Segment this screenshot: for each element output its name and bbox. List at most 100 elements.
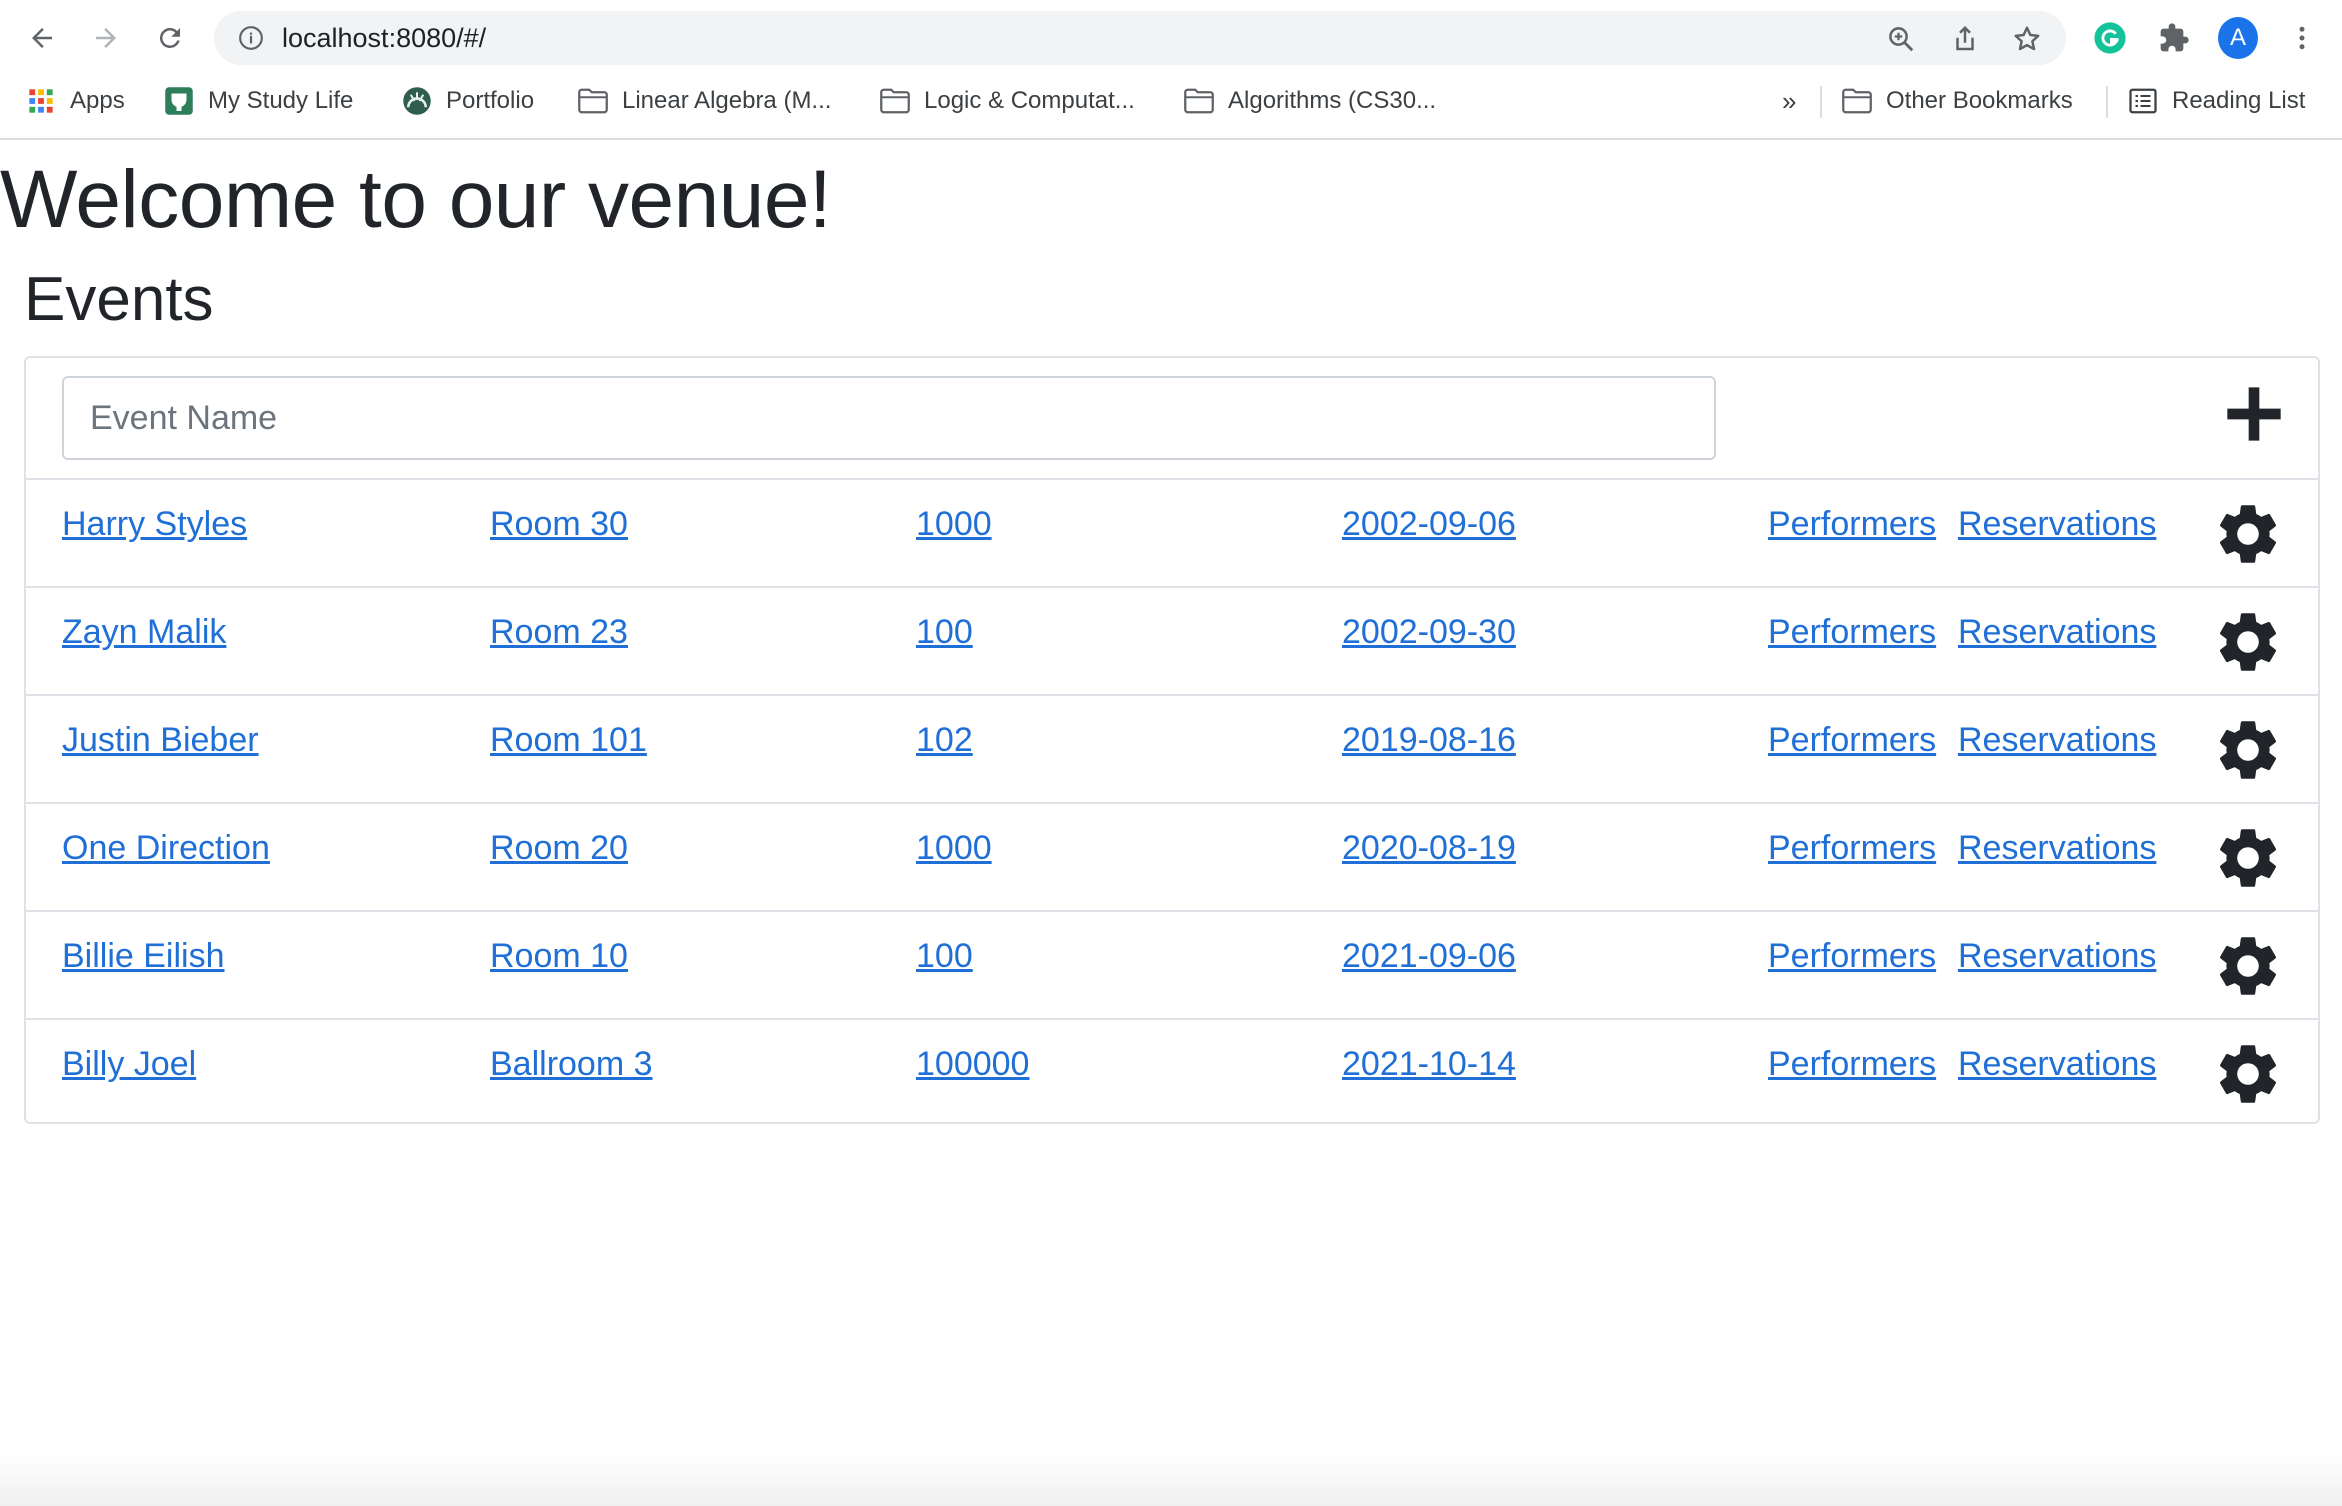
events-card: Harry Styles Room 30 1000 2002-09-06 Per… (24, 356, 2320, 1124)
bookmark-linear-algebra[interactable]: Linear Algebra (M... (578, 76, 831, 126)
bookmark-other-bookmarks[interactable]: Other Bookmarks (1842, 76, 2073, 126)
settings-gear-icon[interactable] (2212, 606, 2284, 678)
reservations-link[interactable]: Reservations (1958, 721, 2156, 759)
event-room-link[interactable]: Room 10 (490, 937, 628, 975)
settings-gear-icon[interactable] (2212, 498, 2284, 570)
arrow-left-icon (32, 28, 52, 48)
add-event-row (26, 358, 2318, 480)
bookmark-portfolio[interactable]: Portfolio (402, 76, 534, 126)
folder-icon (578, 86, 608, 116)
performers-link[interactable]: Performers (1768, 505, 1936, 543)
address-bar[interactable]: localhost:8080/#/ (214, 11, 2066, 65)
settings-gear-icon[interactable] (2212, 714, 2284, 786)
browser-toolbar: localhost:8080/#/ A (0, 0, 2342, 76)
bookmarks-divider (2106, 86, 2108, 118)
add-event-button[interactable] (2218, 378, 2290, 450)
event-name-link[interactable]: Justin Bieber (62, 721, 259, 759)
bookmark-label: Portfolio (446, 87, 535, 114)
event-capacity-link[interactable]: 1000 (916, 829, 992, 867)
event-name-link[interactable]: Harry Styles (62, 505, 247, 543)
settings-gear-icon[interactable] (2212, 1038, 2284, 1110)
reservations-link[interactable]: Reservations (1958, 937, 2156, 975)
zoom-icon[interactable] (1886, 24, 1916, 54)
event-capacity-link[interactable]: 100 (916, 613, 973, 651)
event-date-link[interactable]: 2019-08-16 (1342, 721, 1516, 759)
event-date-link[interactable]: 2020-08-19 (1342, 829, 1516, 867)
bookmarks-divider (1820, 86, 1822, 118)
event-room-link[interactable]: Room 30 (490, 505, 628, 543)
reload-button[interactable] (150, 18, 190, 58)
event-date-link[interactable]: 2002-09-06 (1342, 505, 1516, 543)
bookmark-my-study-life[interactable]: My Study Life (164, 76, 353, 126)
event-row: Billy Joel Ballroom 3 100000 2021-10-14 … (26, 1020, 2318, 1128)
bookmark-apps[interactable]: Apps (26, 76, 125, 126)
event-room-link[interactable]: Room 23 (490, 613, 628, 651)
reservations-link[interactable]: Reservations (1958, 1045, 2156, 1083)
grammarly-extension-icon[interactable] (2090, 18, 2130, 58)
bookmark-logic-computation[interactable]: Logic & Computat... (880, 76, 1135, 126)
reading-list-icon (2128, 86, 2158, 116)
folder-icon (1842, 86, 1872, 116)
extensions-puzzle-icon[interactable] (2154, 18, 2194, 58)
bookmarks-overflow-button[interactable]: » (1782, 76, 1796, 126)
window-bottom-shadow (0, 1450, 2342, 1506)
event-row: Zayn Malik Room 23 100 2002-09-30 Perfor… (26, 588, 2318, 696)
bookmark-label: Apps (70, 87, 125, 114)
bookmark-label: My Study Life (208, 87, 354, 114)
plus-icon (2227, 387, 2281, 441)
folder-icon (1184, 86, 1214, 116)
folder-icon (880, 86, 910, 116)
event-room-link[interactable]: Room 20 (490, 829, 628, 867)
bookmark-algorithms[interactable]: Algorithms (CS30... (1184, 76, 1436, 126)
arrow-right-icon (96, 28, 116, 48)
event-room-link[interactable]: Ballroom 3 (490, 1045, 653, 1083)
back-button[interactable] (22, 18, 62, 58)
event-date-link[interactable]: 2002-09-30 (1342, 613, 1516, 651)
reservations-link[interactable]: Reservations (1958, 613, 2156, 651)
bookmark-label: Algorithms (CS30... (1228, 87, 1437, 114)
page-title: Welcome to our venue! (0, 154, 832, 245)
forward-button[interactable] (86, 18, 126, 58)
reservations-link[interactable]: Reservations (1958, 829, 2156, 867)
portfolio-icon (402, 86, 432, 116)
event-capacity-link[interactable]: 1000 (916, 505, 992, 543)
url-text[interactable]: localhost:8080/#/ (282, 23, 486, 53)
settings-gear-icon[interactable] (2212, 930, 2284, 1002)
event-name-link[interactable]: One Direction (62, 829, 270, 867)
bookmark-label: Linear Algebra (M... (622, 87, 832, 114)
reservations-link[interactable]: Reservations (1958, 505, 2156, 543)
profile-avatar[interactable]: A (2218, 17, 2258, 59)
bookmark-label: Other Bookmarks (1886, 87, 2073, 114)
event-room-link[interactable]: Room 101 (490, 721, 647, 759)
event-row: Justin Bieber Room 101 102 2019-08-16 Pe… (26, 696, 2318, 804)
reading-list-label: Reading List (2172, 87, 2306, 114)
performers-link[interactable]: Performers (1768, 1045, 1936, 1083)
event-capacity-link[interactable]: 100 (916, 937, 973, 975)
performers-link[interactable]: Performers (1768, 937, 1936, 975)
event-name-link[interactable]: Zayn Malik (62, 613, 226, 651)
event-row: Billie Eilish Room 10 100 2021-09-06 Per… (26, 912, 2318, 1020)
star-icon[interactable] (2012, 24, 2042, 54)
event-capacity-link[interactable]: 100000 (916, 1045, 1029, 1083)
event-name-link[interactable]: Billie Eilish (62, 937, 225, 975)
event-name-input[interactable] (62, 376, 1716, 460)
menu-kebab-icon[interactable] (2282, 18, 2322, 58)
event-date-link[interactable]: 2021-10-14 (1342, 1045, 1516, 1083)
settings-gear-icon[interactable] (2212, 822, 2284, 894)
share-icon[interactable] (1950, 24, 1980, 54)
event-date-link[interactable]: 2021-09-06 (1342, 937, 1516, 975)
profile-initial: A (2218, 17, 2258, 59)
study-life-icon (164, 86, 194, 116)
event-capacity-link[interactable]: 102 (916, 721, 973, 759)
reading-list-button[interactable]: Reading List (2128, 76, 2305, 126)
event-name-link[interactable]: Billy Joel (62, 1045, 196, 1083)
events-heading: Events (24, 265, 214, 334)
apps-grid-icon (26, 86, 56, 116)
event-row: Harry Styles Room 30 1000 2002-09-06 Per… (26, 480, 2318, 588)
info-icon[interactable] (238, 25, 264, 51)
performers-link[interactable]: Performers (1768, 829, 1936, 867)
performers-link[interactable]: Performers (1768, 613, 1936, 651)
bookmark-label: Logic & Computat... (924, 87, 1135, 114)
performers-link[interactable]: Performers (1768, 721, 1936, 759)
reload-icon (159, 27, 180, 48)
